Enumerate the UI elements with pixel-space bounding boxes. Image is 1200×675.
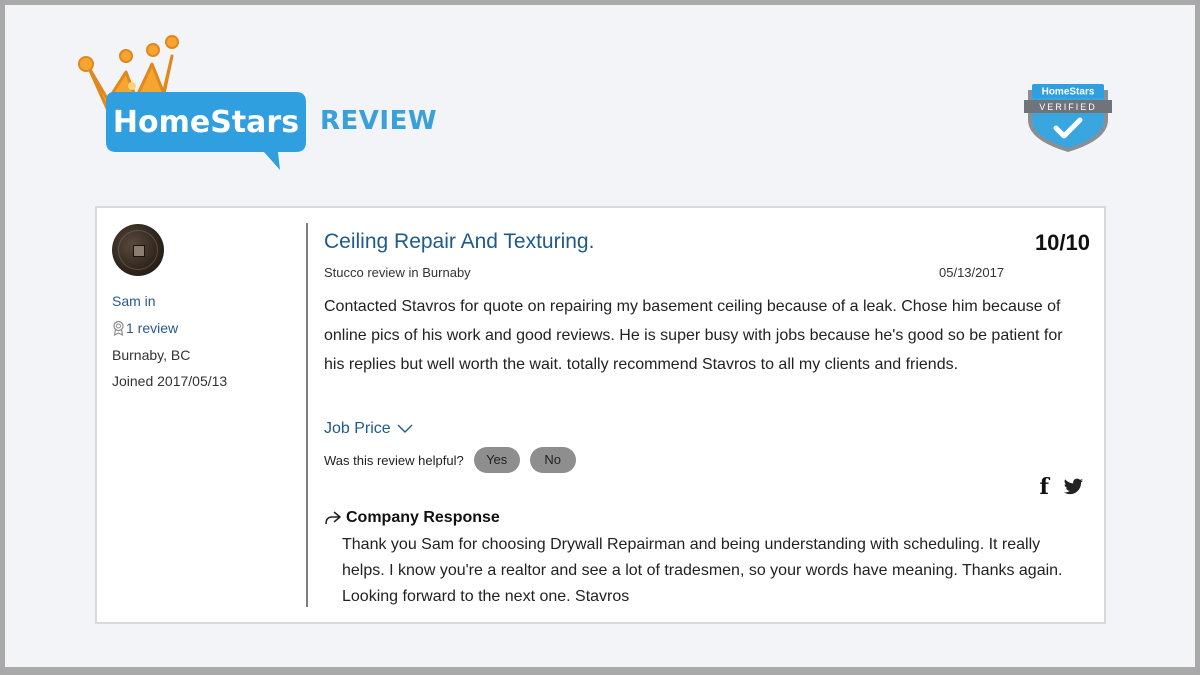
verified-badge: HomeStars VERIFIED xyxy=(1024,84,1112,152)
facebook-icon[interactable]: f xyxy=(1040,476,1049,498)
helpful-no-button[interactable]: No xyxy=(529,447,576,473)
review-score: 10/10 xyxy=(1034,230,1090,255)
review-category: Stucco review in Burnaby xyxy=(324,265,471,280)
review-count-label: 1 review xyxy=(126,320,179,336)
job-price-label: Job Price xyxy=(324,420,391,437)
share-links: f xyxy=(1040,476,1084,498)
helpful-row: Was this review helpful? Yes No xyxy=(324,447,576,473)
helpful-question: Was this review helpful? xyxy=(324,452,464,468)
homestars-logo: HomeStars xyxy=(78,35,306,170)
twitter-icon[interactable] xyxy=(1063,478,1084,496)
helpful-yes-button[interactable]: Yes xyxy=(473,447,520,473)
header-review-label: REVIEW xyxy=(320,106,438,136)
award-icon xyxy=(113,320,124,336)
chevron-down-icon xyxy=(397,424,413,433)
badge-verified-text: VERIFIED xyxy=(1039,102,1097,112)
reviewer-location: Burnaby, BC xyxy=(112,347,191,363)
avatar[interactable] xyxy=(112,224,164,276)
reviewer-review-count[interactable]: 1 review xyxy=(112,320,178,336)
badge-brand-text: HomeStars xyxy=(1042,87,1095,98)
company-response-body: Thank you Sam for choosing Drywall Repai… xyxy=(342,536,1063,605)
reviewer-joined-date: Joined 2017/05/13 xyxy=(112,373,228,389)
company-response-heading: Company Response xyxy=(324,509,500,527)
company-response-title: Company Response xyxy=(346,509,500,526)
job-price-toggle[interactable]: Job Price xyxy=(324,420,413,438)
column-divider xyxy=(306,223,308,607)
reply-arrow-icon xyxy=(325,511,341,525)
review-body: Contacted Stavros for quote on repairing… xyxy=(324,298,1063,373)
review-date: 05/13/2017 xyxy=(939,265,1005,280)
reviewer-name[interactable]: Sam in xyxy=(112,293,156,309)
review-card: Sam in 1 review Burnaby, BC Joined 2017/… xyxy=(95,206,1106,624)
review-title[interactable]: Ceiling Repair And Texturing. xyxy=(324,230,594,254)
logo-text: HomeStars xyxy=(113,105,299,140)
